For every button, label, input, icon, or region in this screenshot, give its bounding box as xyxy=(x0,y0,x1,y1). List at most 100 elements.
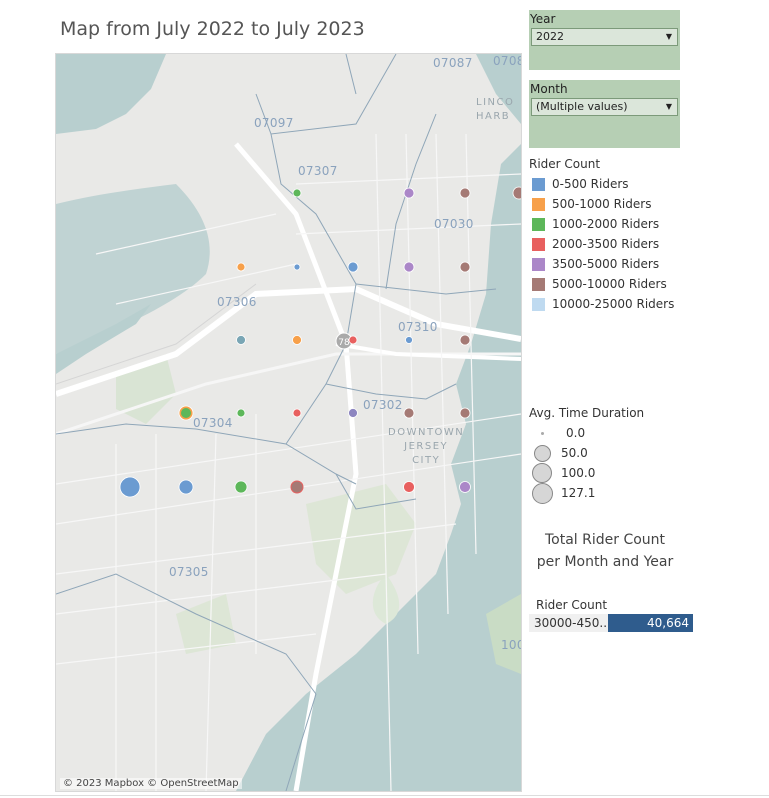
legend-swatch xyxy=(532,177,545,191)
size-legend-label: 127.1 xyxy=(561,486,596,500)
downtown-label: DOWNTOWN JERSEY CITY xyxy=(388,426,464,468)
station-point[interactable] xyxy=(459,261,471,273)
legend-title: Rider Count xyxy=(529,157,601,171)
year-filter: Year 2022 ▼ xyxy=(529,10,680,70)
size-circle xyxy=(540,431,544,435)
place-label-line: HARB xyxy=(476,111,511,122)
station-point[interactable] xyxy=(403,481,415,493)
year-filter-label: Year xyxy=(530,12,556,26)
zip-label: 07306 xyxy=(217,295,257,309)
legend-label: 3500-5000 Riders xyxy=(552,257,660,271)
total-panel-title: Total Rider Count per Month and Year xyxy=(529,529,681,573)
rider-count-row[interactable]: 30000-450.. 40,664 xyxy=(529,614,693,632)
legend-label: 5000-10000 Riders xyxy=(552,277,667,291)
legend-label: 500-1000 Riders xyxy=(552,197,652,211)
size-legend-label: 0.0 xyxy=(566,426,586,440)
legend-label: 2000-3500 Riders xyxy=(552,237,660,251)
water-area xyxy=(56,184,210,354)
total-title-line: Total Rider Count xyxy=(544,532,666,548)
legend-swatch xyxy=(532,217,545,231)
legend-item[interactable]: 2000-3500 Riders xyxy=(532,236,659,252)
station-point[interactable] xyxy=(236,408,246,418)
zip-label: 07310 xyxy=(398,320,438,334)
lincoln-harbor-label: LINCO HARB xyxy=(476,96,514,124)
size-circle xyxy=(532,463,552,483)
legend-item[interactable]: 500-1000 Riders xyxy=(532,196,651,212)
place-label-line: CITY xyxy=(412,455,441,466)
place-label-line: JERSEY xyxy=(404,441,449,452)
rider-count-header: Rider Count xyxy=(536,598,608,612)
station-point[interactable] xyxy=(292,408,302,418)
month-filter: Month (Multiple values) ▼ xyxy=(529,80,680,148)
size-legend-marker xyxy=(529,431,555,435)
dropdown-arrow-icon: ▼ xyxy=(665,32,672,41)
station-point[interactable] xyxy=(234,480,248,494)
rider-count-bar[interactable]: 40,664 xyxy=(608,614,693,632)
station-point[interactable] xyxy=(292,335,302,345)
water-area xyxy=(56,54,166,134)
size-legend-item[interactable]: 127.1 xyxy=(529,482,596,504)
legend-item[interactable]: 1000-2000 Riders xyxy=(532,216,659,232)
station-point[interactable] xyxy=(293,263,301,271)
size-legend-label: 100.0 xyxy=(561,466,596,480)
legend-label: 1000-2000 Riders xyxy=(552,217,660,231)
station-point[interactable] xyxy=(181,408,191,418)
zip-label: 0708 xyxy=(493,54,522,68)
station-point[interactable] xyxy=(348,408,358,418)
zip-label: 07097 xyxy=(254,116,294,130)
size-legend-marker xyxy=(529,463,555,483)
total-title-line: per Month and Year xyxy=(536,554,674,570)
legend-label: 10000-25000 Riders xyxy=(552,297,675,311)
station-point[interactable] xyxy=(459,334,471,346)
rider-count-value: 40,664 xyxy=(647,616,689,630)
size-legend-title: Avg. Time Duration xyxy=(529,406,645,420)
size-legend-label: 50.0 xyxy=(561,446,588,460)
legend-item[interactable]: 0-500 Riders xyxy=(532,176,629,192)
legend-swatch xyxy=(532,297,545,311)
size-legend-item[interactable]: 100.0 xyxy=(529,463,595,483)
station-point[interactable] xyxy=(236,335,246,345)
station-point[interactable] xyxy=(292,188,302,198)
station-point[interactable] xyxy=(403,187,415,199)
station-point[interactable] xyxy=(459,481,471,493)
legend-swatch xyxy=(532,277,545,291)
legend-swatch xyxy=(532,197,545,211)
size-legend-marker xyxy=(529,444,555,462)
station-point[interactable] xyxy=(459,187,471,199)
legend-item[interactable]: 5000-10000 Riders xyxy=(532,276,667,292)
divider xyxy=(0,795,769,796)
legend-item[interactable]: 10000-25000 Riders xyxy=(532,296,674,312)
station-point[interactable] xyxy=(403,407,415,419)
place-label-line: DOWNTOWN xyxy=(388,427,465,438)
size-legend-marker xyxy=(529,482,555,504)
station-point[interactable] xyxy=(403,261,415,273)
month-dropdown-value: (Multiple values) xyxy=(536,100,628,113)
station-point[interactable] xyxy=(348,335,358,345)
legend-item[interactable]: 3500-5000 Riders xyxy=(532,256,659,272)
size-circle xyxy=(533,444,551,462)
map-title: Map from July 2022 to July 2023 xyxy=(60,18,365,40)
park-area xyxy=(176,594,236,654)
station-point[interactable] xyxy=(119,476,141,498)
map-attribution[interactable]: © 2023 Mapbox © OpenStreetMap xyxy=(60,778,242,789)
month-dropdown[interactable]: (Multiple values) ▼ xyxy=(531,98,678,116)
station-point[interactable] xyxy=(512,186,521,200)
station-point[interactable] xyxy=(236,262,246,272)
station-point[interactable] xyxy=(459,407,471,419)
station-point[interactable] xyxy=(405,336,413,344)
map-canvas: 78 xyxy=(56,54,521,791)
year-dropdown[interactable]: 2022 ▼ xyxy=(531,28,678,46)
station-point[interactable] xyxy=(178,479,194,495)
dropdown-arrow-icon: ▼ xyxy=(665,102,672,111)
station-map[interactable]: 78 07087 0708 07097 07307 07030 07306 07… xyxy=(55,53,522,792)
zip-label: 07305 xyxy=(169,565,209,579)
size-legend-item[interactable]: 50.0 xyxy=(529,443,588,463)
zip-label: 07302 xyxy=(363,398,403,412)
month-filter-label: Month xyxy=(530,82,568,96)
zip-label: 07087 xyxy=(433,56,473,70)
size-circle xyxy=(531,482,553,504)
size-legend-item[interactable]: 0.0 xyxy=(529,423,585,443)
station-point[interactable] xyxy=(290,480,304,494)
station-point[interactable] xyxy=(347,261,359,273)
interchange-label: 78 xyxy=(338,338,350,348)
